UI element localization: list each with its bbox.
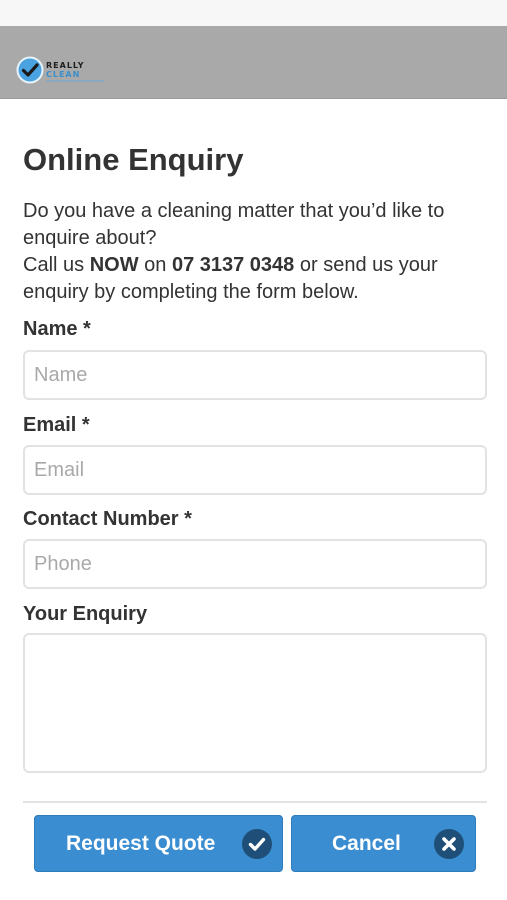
enquiry-textarea[interactable] [23,633,487,773]
page-title: Online Enquiry [23,142,244,177]
enquiry-content: Online Enquiry Do you have a cleaning ma… [23,138,487,306]
header-bar: REALLY CLEAN [0,26,507,99]
intro-text: Do you have a cleaning matter that you’d… [23,198,487,306]
intro-question: Do you have a cleaning matter that you’d… [23,200,445,249]
intro-call-prefix: Call us [23,254,90,276]
intro-on: on [138,254,172,276]
intro-now: NOW [89,254,139,276]
form-divider [23,801,487,803]
logo-tagline-line [46,80,104,82]
contact-number-label: Contact Number * [23,508,192,530]
phone-number: 07 3137 0348 [171,254,295,276]
cancel-label: Cancel [332,831,401,855]
cancel-button[interactable]: Cancel [291,815,476,872]
phone-input[interactable] [23,539,487,589]
logo[interactable]: REALLY CLEAN [16,56,111,88]
email-input[interactable] [23,445,487,495]
close-circle-icon [434,828,464,859]
check-circle-icon [242,828,272,859]
name-label: Name * [23,318,91,340]
enquiry-label: Your Enquiry [23,603,148,625]
email-label: Email * [23,414,90,436]
status-bar [0,0,507,26]
logo-text-really: REALLY [46,61,85,70]
request-quote-button[interactable]: Request Quote [34,815,283,872]
logo-text-clean: CLEAN [46,70,81,79]
logo-check-icon [16,56,44,84]
request-quote-label: Request Quote [66,831,216,855]
name-input[interactable] [23,350,487,400]
